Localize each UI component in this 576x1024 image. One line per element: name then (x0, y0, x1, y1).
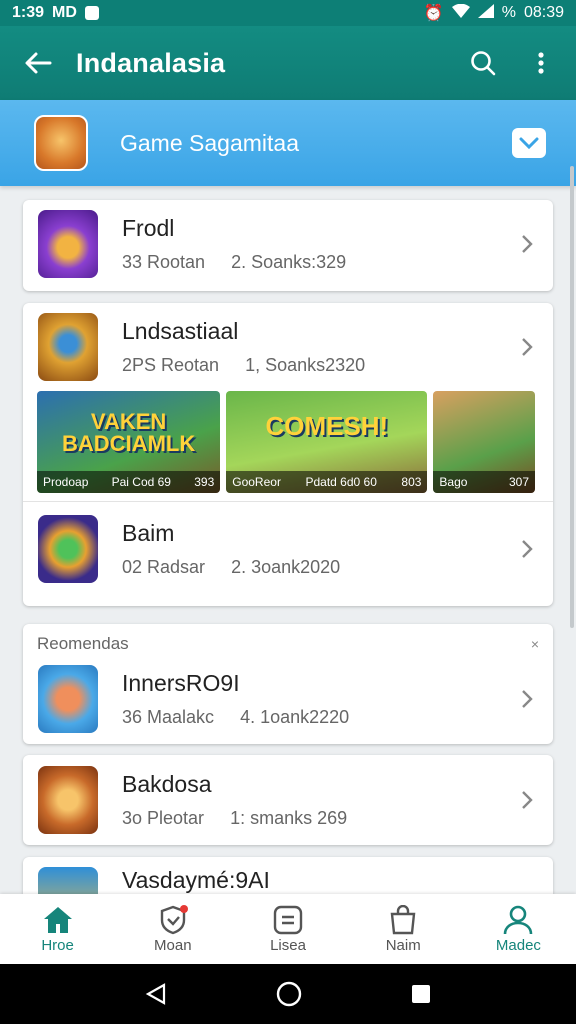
game-meta-primary: 3o Pleotar (122, 808, 205, 828)
battery-text: % (501, 4, 516, 21)
game-meta-secondary: 4. 1oank2220 (240, 707, 350, 727)
game-meta-primary: 02 Radsar (122, 557, 206, 577)
game-card[interactable]: Frodl 33 Rootan 2. Soanks:329 (23, 200, 553, 291)
nav-item-moan[interactable]: Moan (115, 894, 230, 964)
nav-item-naim[interactable]: Naim (346, 894, 461, 964)
game-meta-primary: 36 Maalakc (122, 707, 215, 727)
game-meta-secondary: 1: smanks 269 (230, 808, 348, 828)
chevron-right-icon (522, 791, 533, 809)
alarm-icon: ⏰ (423, 5, 444, 22)
section-toggle-button[interactable] (512, 128, 546, 158)
nav-item-home[interactable]: Hroe (0, 894, 115, 964)
game-meta-secondary: 2. Soanks:329 (231, 252, 347, 272)
game-meta-secondary: 2. 3oank2020 (231, 557, 341, 577)
screenshot[interactable]: COMESH! GooReor Pdatd 6d0 60 803 (226, 391, 428, 493)
game-thumbnail (38, 867, 98, 894)
game-card[interactable]: Bakdosa 3o Pleotar 1: smanks 269 (23, 755, 553, 845)
chevron-right-icon (522, 690, 533, 708)
chevron-down-icon (519, 137, 539, 149)
chevron-right-icon (522, 235, 533, 253)
recents-icon[interactable] (411, 984, 431, 1004)
signal-icon (477, 3, 494, 23)
section-app-icon (34, 115, 88, 171)
person-icon (504, 905, 533, 934)
screenshot-title: COMESH! (265, 411, 389, 441)
game-thumbnail (38, 665, 98, 733)
nav-item-label: Hroe (41, 936, 74, 954)
wifi-icon (451, 3, 470, 23)
bottom-navigation: Hroe Moan Lisea Naim Madec (0, 894, 576, 964)
status-time: 1:39 (12, 4, 45, 21)
status-bar: 1:39 MD ⏰ % 08:39 (0, 0, 576, 26)
screenshot-strip[interactable]: VAKEN BADCIAMLK Prodoap Pai Cod 69 393 COM… (23, 391, 553, 495)
game-meta-secondary: 1, Soanks2320 (245, 355, 366, 375)
game-name: Lndsastiaal (122, 318, 239, 344)
chevron-right-icon (522, 338, 533, 356)
section-header[interactable]: Game Sagamitaa (0, 100, 576, 186)
app-bar: Indanalasia (0, 26, 576, 100)
notification-icon (84, 6, 99, 20)
screenshot[interactable]: VAKEN BADCIAMLK Prodoap Pai Cod 69 393 (37, 391, 221, 493)
status-carrier: MD (52, 4, 77, 21)
screenshot-caption: Pai Cod 69 (111, 475, 171, 489)
search-button[interactable] (454, 26, 512, 100)
shield-icon (160, 904, 188, 934)
screenshot-caption: 307 (508, 475, 529, 489)
game-name: Frodl (122, 215, 175, 241)
nav-item-madec[interactable]: Madec (461, 894, 576, 964)
home-circle-icon[interactable] (276, 981, 302, 1007)
screenshot-title: VAKEN BADCIAMLK (62, 409, 196, 456)
section-label: Game Sagamitaa (120, 129, 299, 156)
more-vert-icon (538, 52, 544, 74)
screenshot[interactable]: Bago 307 (433, 391, 535, 493)
game-name: Bakdosa (122, 771, 212, 797)
game-name: Vasdaymé:9AI (122, 867, 270, 893)
system-navigation (0, 964, 576, 1024)
game-thumbnail (38, 313, 98, 381)
close-icon[interactable]: × (531, 636, 539, 652)
nav-item-label: Madec (495, 936, 541, 954)
game-thumbnail (38, 515, 98, 583)
screenshot-caption: 803 (401, 475, 422, 489)
nav-item-lisea[interactable]: Lisea (230, 894, 345, 964)
screenshot-caption: Bago (439, 475, 468, 489)
screenshot-caption: GooReor (232, 475, 281, 489)
game-card-expanded[interactable]: Lndsastiaal 2PS Reotan 1, Soanks2320 VAKE… (23, 303, 553, 606)
arrow-left-icon (25, 52, 52, 74)
recommendations-heading: Reomendas (37, 634, 129, 653)
back-button[interactable] (0, 26, 76, 100)
home-icon (43, 906, 72, 933)
recommendations-card[interactable]: Reomendas × InnersRO9I 36 Maalakc 4. 1oan… (23, 624, 553, 744)
game-meta-primary: 33 Rootan (122, 252, 206, 272)
nav-item-label: Naim (385, 936, 421, 954)
bag-icon (390, 904, 416, 934)
nav-item-label: Lisea (270, 936, 306, 954)
game-thumbnail (38, 766, 98, 834)
game-name: InnersRO9I (122, 670, 240, 696)
screenshot-caption: 393 (194, 475, 215, 489)
game-meta-primary: 2PS Reotan (122, 355, 220, 375)
screenshot-caption: Prodoap (43, 475, 89, 489)
page-title: Indanalasia (76, 47, 226, 78)
nav-item-label: Moan (154, 936, 192, 954)
game-card[interactable]: Vasdaymé:9AI (23, 857, 553, 894)
scrollbar[interactable] (570, 166, 574, 628)
list-icon (273, 905, 303, 934)
game-name: Baim (122, 520, 175, 546)
status-clock: 08:39 (523, 4, 564, 21)
game-thumbnail (38, 210, 98, 278)
search-icon (471, 51, 496, 76)
overflow-menu-button[interactable] (512, 26, 570, 100)
chevron-right-icon (522, 540, 533, 558)
screenshot-caption: Pdatd 6d0 60 (305, 475, 377, 489)
back-icon[interactable] (145, 983, 167, 1005)
